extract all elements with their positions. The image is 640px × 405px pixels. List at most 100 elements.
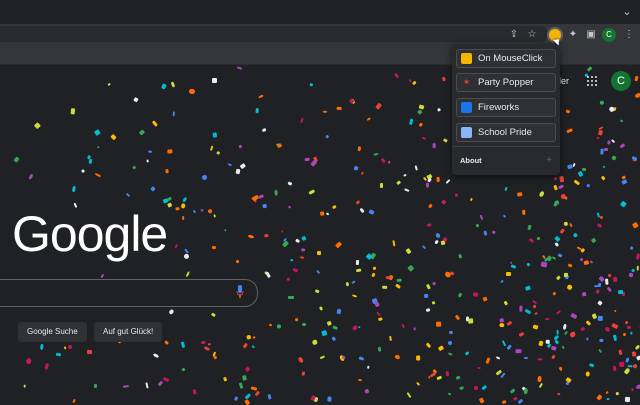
confetti-piece — [621, 178, 628, 185]
confetti-piece — [559, 228, 565, 235]
confetti-piece — [427, 177, 432, 183]
confetti-piece — [412, 80, 417, 86]
confetti-piece — [262, 203, 267, 209]
confetti-piece — [551, 345, 557, 351]
confetti-piece — [405, 248, 412, 255]
search-input[interactable] — [0, 279, 258, 307]
confetti-piece — [180, 367, 186, 372]
confetti-piece — [425, 182, 429, 189]
confetti-piece — [357, 325, 361, 328]
confetti-piece — [292, 267, 299, 273]
confetti-piece — [607, 140, 611, 145]
confetti-piece — [538, 340, 544, 347]
confetti-piece — [28, 173, 34, 181]
confetti-piece — [39, 343, 44, 350]
confetti-piece — [166, 196, 172, 202]
confetti-piece — [558, 184, 564, 190]
confetti-piece — [534, 312, 539, 316]
confetti-piece — [598, 338, 603, 342]
microphone-icon[interactable] — [236, 285, 244, 299]
confetti-piece — [532, 304, 537, 309]
puzzle-icon[interactable]: ✦ — [566, 28, 580, 42]
confetti-piece — [81, 169, 85, 174]
popup-divider — [452, 146, 560, 147]
confetti-piece — [595, 289, 601, 295]
confetti-piece — [509, 388, 516, 394]
confetti-piece — [408, 118, 414, 125]
confetti-piece — [454, 193, 458, 197]
feeling-lucky-button[interactable]: Auf gut Glück! — [94, 322, 163, 342]
menu-item-label: On MouseClick — [478, 53, 543, 64]
menu-item-party-popper[interactable]: ✶ Party Popper — [456, 73, 556, 92]
confetti-piece — [438, 345, 445, 352]
confetti-piece — [413, 327, 416, 332]
confetti-piece — [554, 242, 559, 247]
confetti-piece — [276, 323, 281, 328]
confetti-piece — [191, 388, 197, 394]
confetti-piece — [355, 200, 361, 205]
google-search-button[interactable]: Google Suche — [18, 322, 87, 342]
confetti-piece — [223, 228, 227, 232]
confetti-piece — [264, 233, 269, 238]
confetti-piece — [566, 109, 571, 113]
confetti-piece — [597, 300, 603, 306]
confetti-piece — [55, 352, 61, 357]
confetti-piece — [274, 189, 278, 196]
menu-icon[interactable]: ⋮ — [622, 28, 636, 42]
share-icon[interactable]: ⇪ — [507, 28, 521, 42]
confetti-piece — [568, 330, 577, 339]
confetti-piece — [212, 214, 216, 218]
menu-item-label: Fireworks — [478, 102, 520, 113]
confetti-piece — [23, 384, 26, 388]
confetti-piece — [552, 291, 557, 295]
confetti-piece — [335, 241, 343, 248]
chevron-down-icon[interactable]: ⌄ — [620, 5, 634, 19]
side-panel-icon[interactable]: ▣ — [584, 28, 598, 42]
confetti-piece — [580, 326, 585, 331]
profile-icon[interactable]: C — [602, 28, 616, 42]
menu-item-on-mouseclick[interactable]: On MouseClick — [456, 49, 556, 68]
expand-plus-icon[interactable]: + — [546, 151, 552, 171]
confetti-piece — [588, 362, 595, 368]
confetti-piece — [380, 157, 386, 164]
confetti-piece — [604, 278, 609, 285]
confetti-piece — [308, 189, 315, 195]
confetti-piece — [469, 197, 473, 201]
confetti-piece — [551, 255, 557, 260]
confetti-piece — [276, 143, 282, 149]
confetti-piece — [418, 122, 423, 127]
confetti-piece — [635, 252, 640, 260]
confetti-piece — [555, 275, 561, 281]
confetti-piece — [554, 235, 561, 242]
confetti-piece — [554, 339, 560, 345]
about-section[interactable]: About + — [456, 151, 556, 171]
confetti-piece — [319, 305, 324, 311]
confetti-piece — [559, 176, 565, 183]
confetti-piece — [403, 173, 408, 177]
confetti-piece — [211, 77, 217, 83]
confetti-piece — [167, 202, 173, 208]
confetti-piece — [184, 254, 190, 260]
menu-item-label: Party Popper — [478, 77, 534, 88]
confetti-piece — [632, 363, 638, 370]
confetti-piece — [359, 356, 365, 361]
confetti-piece — [611, 155, 618, 161]
confetti-piece — [212, 355, 217, 360]
confetti-piece — [445, 371, 450, 377]
confetti-piece — [165, 168, 169, 174]
confetti-piece — [265, 271, 271, 278]
confetti-piece — [559, 368, 563, 372]
confetti-piece — [200, 209, 204, 213]
confetti-piece — [604, 391, 609, 395]
account-avatar[interactable]: C — [611, 71, 631, 91]
confetti-piece — [432, 282, 436, 285]
address-bar[interactable] — [0, 26, 548, 42]
confetti-piece — [107, 82, 112, 87]
confetti-piece — [443, 138, 449, 143]
menu-item-school-pride[interactable]: School Pride — [456, 123, 556, 142]
confetti-piece — [610, 138, 615, 144]
confetti-piece — [287, 181, 293, 186]
menu-item-fireworks[interactable]: Fireworks — [456, 98, 556, 117]
apps-grid-icon[interactable] — [587, 76, 597, 86]
star-icon[interactable]: ☆ — [525, 28, 539, 42]
